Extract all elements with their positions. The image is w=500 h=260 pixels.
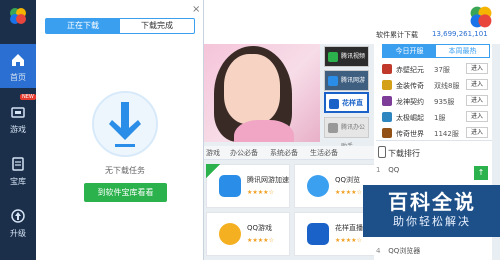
ranking-count: 1服 [434,114,446,122]
banner-thumb[interactable]: 腾讯办公助手 [324,117,369,150]
download-total-value: 13,699,261,101 [432,30,488,38]
ranking-count: 1142服 [434,130,459,138]
ranking-tabs: 今日开服 本周最热 [382,44,490,58]
enter-button[interactable]: 进入 [466,111,488,122]
ranking-row: 龙神契约 935服 进入 [380,94,490,108]
new-badge: NEW [20,94,36,100]
sidebar-item-label: 宝库 [10,177,26,186]
rank-number: 4 [376,247,381,255]
promo-banner[interactable] [204,44,320,142]
download-rank-title: 下载排行 [388,149,420,158]
ranking-name: 赤壁纪元 [396,66,424,74]
ranking-row: 赤壁纪元 37服 进入 [380,62,490,76]
browser-icon [307,175,329,197]
sidebar-item-store[interactable]: 宝库 [0,148,36,192]
ranking-name: 龙神契约 [396,98,424,106]
sidebar-item-label: 游戏 [10,125,26,134]
ranking-divider [376,140,492,141]
ranking-name: 金装传奇 [396,82,424,90]
tab-today-servers[interactable]: 今日开服 [383,45,436,57]
app-card[interactable]: 腾讯网游加速 ★★★★☆ [206,164,290,208]
app-name: 腾讯网游加速 [247,176,289,184]
game-icon [382,112,392,122]
ranking-name: 太极崛起 [396,114,424,122]
app-rating: ★★★★☆ [335,189,362,196]
enter-button[interactable]: 进入 [466,127,488,138]
tab-weekly-hot[interactable]: 本周最热 [436,45,489,57]
game-icon [11,107,25,118]
app-rating: ★★★★☆ [335,237,362,244]
banner-thumb-label: 腾讯视频 [341,53,366,60]
ranking-row: 金装传奇 双线8服 进入 [380,78,490,92]
tab-completed[interactable]: 下载完成 [120,19,194,33]
video-icon [328,52,338,62]
app-name: QQ浏览 [335,176,361,184]
download-rank-item[interactable]: 4 QQ浏览器 [376,246,486,258]
sidebar-item-upgrade[interactable]: 升级 [0,200,36,244]
banner-thumb-selected[interactable]: 花样直播 [324,92,369,126]
download-arrow-icon [109,102,141,147]
app-rating: ★★★★☆ [247,237,274,244]
ranking-row: 传奇世界 1142服 进入 [380,126,490,140]
enter-button[interactable]: 进入 [466,95,488,106]
category-tab[interactable]: 生活必备 [310,148,338,158]
app-name: 花样直播 [335,224,363,232]
accelerator-icon [219,175,241,197]
sidebar: 首页 NEW 游戏 宝库 升级 [0,0,36,260]
app-logo-icon [470,6,492,28]
close-icon[interactable]: × [192,5,201,15]
category-row: 游戏 办公必备 系统必备 生活必备 [204,146,376,160]
rank-name: QQ [388,166,400,174]
game-icon [382,64,392,74]
browse-store-button[interactable]: 到软件宝库看看 [84,183,167,202]
phone-icon [378,146,386,158]
watermark-subtitle: 助你轻松解决 [393,215,471,228]
tab-downloading[interactable]: 正在下载 [46,19,120,33]
accelerator-icon [328,76,338,86]
watermark-title: 百科全说 [388,190,476,214]
sidebar-item-label: 首页 [10,73,26,82]
new-tag [206,164,220,178]
banner-figure-body [234,120,294,142]
enter-button[interactable]: 进入 [466,79,488,90]
live-icon [329,99,339,109]
download-rank-item[interactable]: 1 QQ [376,166,486,178]
home-icon [12,54,24,66]
banner-figure-face [224,54,280,124]
live-icon [307,223,329,245]
sidebar-item-label: 升级 [10,229,26,238]
app-logo-icon [10,8,26,24]
game-icon [382,80,392,90]
rank-name: QQ浏览器 [388,247,421,255]
enter-button[interactable]: 进入 [466,63,488,74]
app-card[interactable]: QQ游戏 ★★★★☆ [206,212,290,256]
app-name: QQ游戏 [247,224,273,232]
ranking-row: 太极崛起 1服 进入 [380,110,490,124]
category-tab[interactable]: 办公必备 [230,148,258,158]
office-icon [328,123,338,133]
ranking-name: 传奇世界 [396,130,424,138]
upgrade-icon [11,209,25,223]
banner-thumb[interactable]: 腾讯视频 [324,46,369,67]
ranking-count: 双线8服 [434,82,460,90]
ranking-count: 935服 [434,98,455,106]
game-icon [382,96,392,106]
rank-number: 1 [376,166,381,174]
download-total-label: 软件累计下载 [376,31,418,39]
banner-thumb[interactable]: 腾讯网游加速器 [324,70,369,103]
category-tab[interactable]: 系统必备 [270,148,298,158]
store-icon [12,157,24,171]
category-tab[interactable]: 游戏 [206,148,220,158]
sidebar-item-games[interactable]: NEW 游戏 [0,94,36,140]
ranking-count: 37服 [434,66,450,74]
download-tabs: 正在下载 下载完成 [45,18,195,34]
sidebar-item-home[interactable]: 首页 [0,44,36,88]
app-rating: ★★★★☆ [247,189,274,196]
empty-state-text: 无下载任务 [105,166,145,175]
qq-game-icon [219,223,241,245]
game-icon [382,128,392,138]
